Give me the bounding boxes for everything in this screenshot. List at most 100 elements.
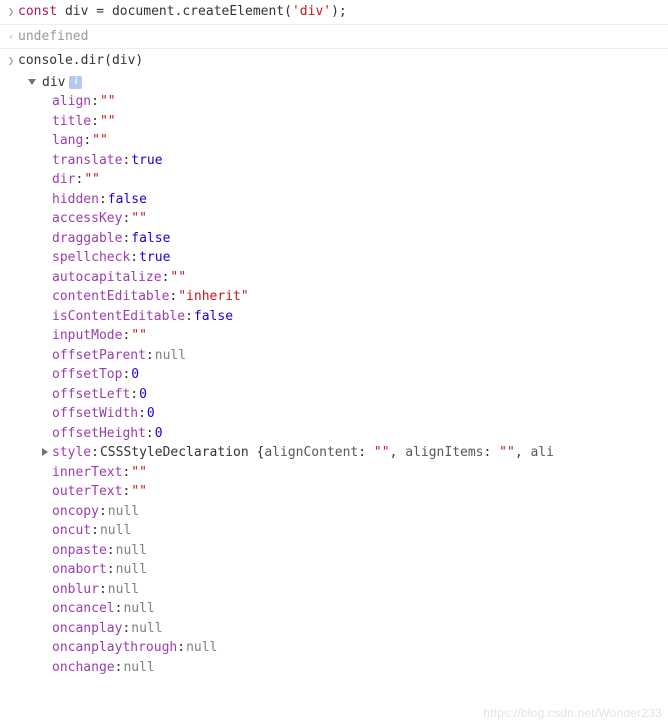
property-row[interactable]: offsetParent: null [42,346,662,366]
property-value: null [123,599,154,619]
property-value: false [108,190,147,210]
property-value: null [116,541,147,561]
property-key: oncanplaythrough [52,638,177,658]
property-key: hidden [52,190,99,210]
info-icon[interactable]: i [69,76,82,89]
property-value: "" [100,92,116,112]
property-key: onabort [52,560,107,580]
property-key: offsetLeft [52,385,130,405]
property-key: offsetTop [52,365,122,385]
property-list: style: CSSStyleDeclaration {alignContent… [28,443,662,463]
property-value: null [116,560,147,580]
property-value: "" [131,326,147,346]
property-value: null [108,580,139,600]
console-output-row: ‹ undefined [0,25,668,50]
property-value: true [139,248,170,268]
property-key: onchange [52,658,115,678]
property-value: 0 [147,404,155,424]
property-row[interactable]: oncanplaythrough: null [42,638,662,658]
property-row[interactable]: autocapitalize: "" [42,268,662,288]
property-row[interactable]: translate: true [42,151,662,171]
expand-triangle-icon[interactable] [28,79,36,85]
property-row[interactable]: offsetWidth: 0 [42,404,662,424]
property-row[interactable]: offsetTop: 0 [42,365,662,385]
property-value: CSSStyleDeclaration {alignContent: "", a… [100,443,554,463]
property-row[interactable]: contentEditable: "inherit" [42,287,662,307]
console-input: console.dir(div) [18,51,662,71]
property-key: accessKey [52,209,122,229]
property-value: null [100,521,131,541]
property-value: "" [131,482,147,502]
property-value: 0 [139,385,147,405]
property-key: translate [52,151,122,171]
property-row[interactable]: dir: "" [42,170,662,190]
object-header[interactable]: div i [28,73,662,93]
property-row[interactable]: lang: "" [42,131,662,151]
property-row[interactable]: innerText: "" [42,463,662,483]
property-key: autocapitalize [52,268,162,288]
property-key: onpaste [52,541,107,561]
console-input-row[interactable]: ❯ const div = document.createElement('di… [0,0,668,25]
property-key: draggable [52,229,122,249]
property-key: outerText [52,482,122,502]
watermark: https://blog.csdn.net/Wonder233 [483,704,662,722]
property-key: oncanplay [52,619,122,639]
property-value: "" [131,463,147,483]
property-key: style [52,443,91,463]
property-row[interactable]: oncanplay: null [42,619,662,639]
property-value: "" [92,131,108,151]
property-row[interactable]: inputMode: "" [42,326,662,346]
property-value: true [131,151,162,171]
property-row[interactable]: oncut: null [42,521,662,541]
property-value: "" [131,209,147,229]
property-row[interactable]: align: "" [42,92,662,112]
property-row[interactable]: spellcheck: true [42,248,662,268]
property-row[interactable]: onchange: null [42,658,662,678]
property-key: spellcheck [52,248,130,268]
property-key: title [52,112,91,132]
console-dir-output: div i align: ""title: ""lang: ""translat… [0,73,668,684]
property-key: oncopy [52,502,99,522]
property-row[interactable]: isContentEditable: false [42,307,662,327]
console-input-row[interactable]: ❯ console.dir(div) [0,49,668,73]
property-value: 0 [131,365,139,385]
property-key: onblur [52,580,99,600]
property-value: null [123,658,154,678]
property-row[interactable]: offsetLeft: 0 [42,385,662,405]
property-value: null [131,619,162,639]
return-icon: ‹ [4,27,18,46]
property-value: null [108,502,139,522]
property-row[interactable]: onpaste: null [42,541,662,561]
property-value: "" [84,170,100,190]
property-key: innerText [52,463,122,483]
property-key: contentEditable [52,287,169,307]
property-value: null [155,346,186,366]
expand-triangle-icon[interactable] [42,448,48,456]
property-row[interactable]: draggable: false [42,229,662,249]
property-key: offsetWidth [52,404,138,424]
property-value: false [131,229,170,249]
prompt-icon: ❯ [4,2,18,21]
property-row[interactable]: outerText: "" [42,482,662,502]
property-row[interactable]: oncancel: null [42,599,662,619]
property-row[interactable]: oncopy: null [42,502,662,522]
property-row[interactable]: style: CSSStyleDeclaration {alignContent… [42,443,662,463]
property-value: "inherit" [178,287,248,307]
property-row[interactable]: offsetHeight: 0 [42,424,662,444]
property-list: innerText: ""outerText: ""oncopy: nullon… [28,463,662,678]
property-key: oncut [52,521,91,541]
property-row[interactable]: hidden: false [42,190,662,210]
property-key: oncancel [52,599,115,619]
property-value: null [186,638,217,658]
property-row[interactable]: title: "" [42,112,662,132]
property-key: inputMode [52,326,122,346]
property-row[interactable]: onabort: null [42,560,662,580]
property-key: lang [52,131,83,151]
property-key: isContentEditable [52,307,185,327]
property-value: "" [170,268,186,288]
property-row[interactable]: onblur: null [42,580,662,600]
undefined-value: undefined [18,27,662,47]
prompt-icon: ❯ [4,51,18,70]
property-key: offsetHeight [52,424,146,444]
property-row[interactable]: accessKey: "" [42,209,662,229]
